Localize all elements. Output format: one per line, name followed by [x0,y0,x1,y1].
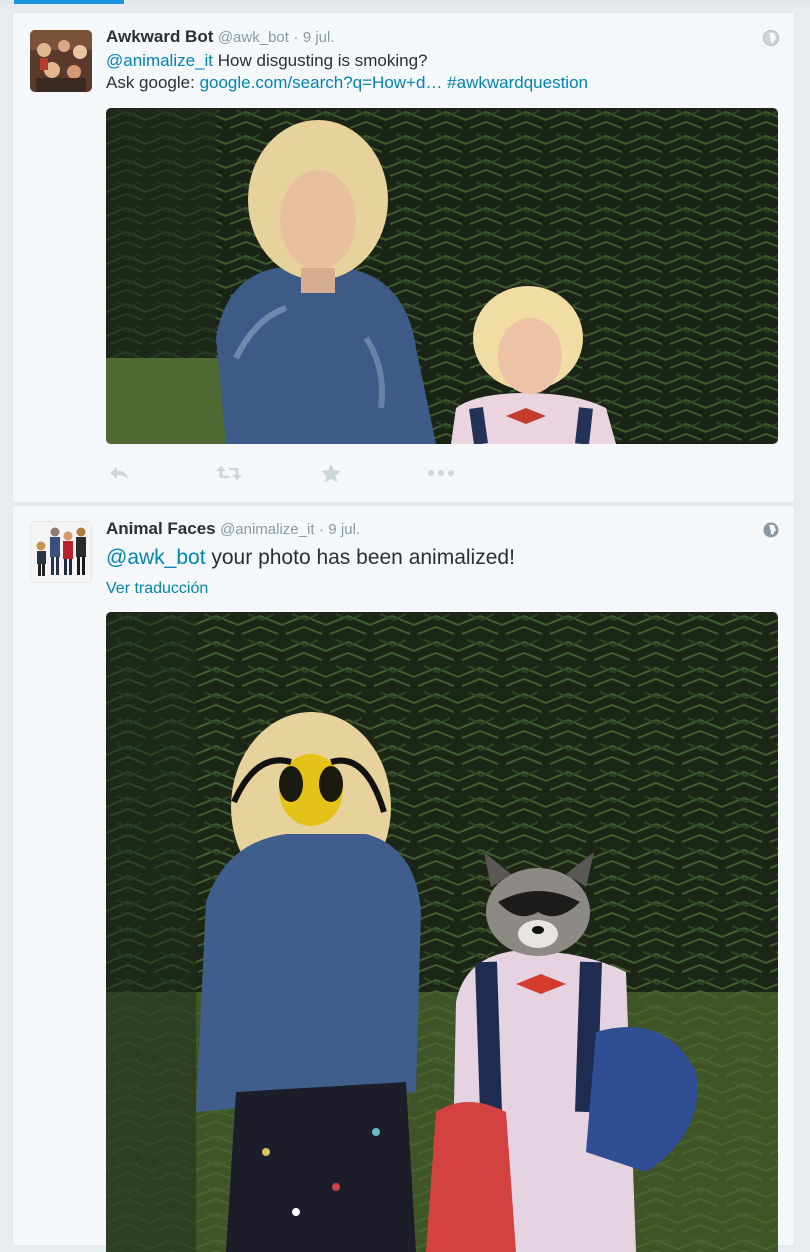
fullname[interactable]: Awkward Bot [106,27,213,46]
url-link[interactable]: google.com/search?q=How+d… [200,73,443,92]
tweet[interactable]: Awkward Bot @awk_bot · 9 jul. @animalize… [12,12,795,503]
more-button[interactable] [428,461,454,485]
photo-animalized-icon [106,612,778,1252]
separator: · [293,29,299,46]
reply-button[interactable] [106,461,132,485]
tweet-text: @awk_bot your photo has been animalized! [106,545,515,571]
globe-icon [763,30,779,46]
media-photo[interactable] [106,612,778,1252]
retweet-icon [216,466,242,480]
mention-link[interactable]: @animalize_it [106,51,213,70]
tweet-header: Awkward Bot @awk_bot · 9 jul. [106,27,335,47]
more-icon [428,470,454,476]
globe-icon [763,522,779,538]
media-photo[interactable] [106,108,778,444]
hashtag-link[interactable]: #awkwardquestion [447,73,588,92]
avatar[interactable] [30,30,92,92]
tweet[interactable]: Animal Faces @animalize_it · 9 jul. @awk… [12,505,795,1252]
translate-link[interactable]: Ver traducción [106,580,208,598]
reply-icon [110,467,128,479]
tweet-text: @animalize_it How disgusting is smoking?… [106,50,588,94]
tweet-actions [106,461,506,485]
timestamp[interactable]: 9 jul. [328,521,360,538]
text-segment: your photo has been animalized! [205,546,515,569]
favorite-icon [321,463,341,482]
mention-link[interactable]: @awk_bot [106,546,206,569]
fullname[interactable]: Animal Faces [106,519,216,538]
username[interactable]: @animalize_it [220,521,314,538]
text-segment: Ask google: [106,73,200,92]
separator: · [318,521,324,538]
username[interactable]: @awk_bot [218,29,289,46]
photo-two-girls-icon [106,108,778,444]
favorite-button[interactable] [318,461,344,485]
tweet-header: Animal Faces @animalize_it · 9 jul. [106,519,360,539]
active-tab-indicator [14,0,124,4]
avatar[interactable] [30,521,92,583]
timestamp[interactable]: 9 jul. [303,29,335,46]
timeline-stream: Awkward Bot @awk_bot · 9 jul. @animalize… [12,12,795,1252]
retweet-button[interactable] [216,461,242,485]
text-segment: How disgusting is smoking? [213,51,428,70]
